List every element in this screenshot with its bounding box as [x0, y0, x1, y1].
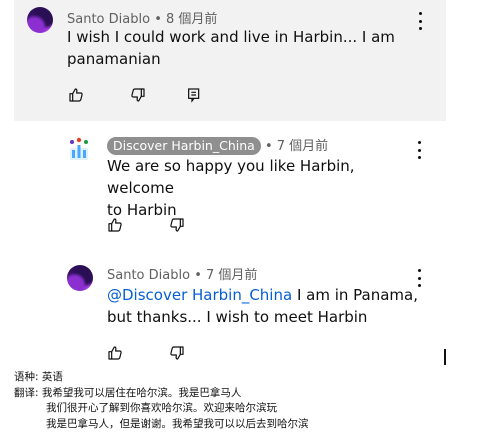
avatar[interactable] [66, 136, 92, 162]
translation-row: 我们很开心了解到你喜欢哈尔滨。欢迎来哈尔滨玩 [14, 401, 309, 417]
discover-logo-icon [70, 137, 88, 160]
thumbs-up-icon[interactable] [107, 217, 123, 233]
translation-row: 翻译: 我希望我可以居住在哈尔滨。我是巴拿马人 [14, 386, 309, 402]
avatar[interactable] [67, 265, 93, 291]
meta-separator: • [154, 12, 162, 27]
comment-meta: Santo Diablo • 7 個月前 [107, 264, 257, 283]
comment-reply: Discover Harbin_China • 7 個月前 We are so … [0, 121, 482, 251]
comment-meta: Santo Diablo • 8 個月前 [67, 8, 217, 27]
comment-meta: Discover Harbin_China • 7 個月前 [107, 135, 328, 155]
comment-text-span: I am in Panama, [292, 286, 418, 304]
comment-text-line: We are so happy you like Harbin, welcome [107, 157, 355, 197]
comment-text: I wish I could work and live in Harbin..… [67, 26, 427, 70]
thumbs-down-icon[interactable] [169, 345, 185, 361]
comment-text-line: but thanks... I wish to meet Harbin [107, 308, 368, 326]
translation-line: 我们很开心了解到你喜欢哈尔滨。欢迎来哈尔滨玩 [46, 402, 277, 414]
language-value: 英语 [41, 371, 63, 383]
thumbs-down-icon[interactable] [130, 87, 146, 103]
text-cursor [444, 349, 446, 365]
comment-reply: Santo Diablo • 7 個月前 @Discover Harbin_Ch… [0, 251, 482, 366]
comment-time[interactable]: 7 個月前 [277, 139, 328, 154]
comment-text-line: I wish I could work and live in Harbin..… [67, 28, 395, 46]
reply-icon[interactable] [186, 87, 202, 103]
comment-time[interactable]: 8 個月前 [166, 12, 217, 27]
translation-line: 我希望我可以居住在哈尔滨。我是巴拿马人 [41, 386, 242, 399]
comment-text: @Discover Harbin_China I am in Panama, b… [107, 284, 427, 328]
meta-separator: • [264, 139, 273, 154]
comment-text: We are so happy you like Harbin, welcome… [107, 155, 417, 221]
author-name[interactable]: Santo Diablo [67, 12, 150, 27]
comment-text-line: to Harbin [107, 201, 177, 219]
comment-text-line: @Discover Harbin_China I am in Panama, [107, 284, 427, 306]
author-name[interactable]: Santo Diablo [107, 268, 190, 283]
comment-time[interactable]: 7 個月前 [206, 268, 257, 283]
thumbs-down-icon[interactable] [169, 217, 185, 233]
thumbs-up-icon[interactable] [107, 345, 123, 361]
language-row: 语种: 英语 [14, 370, 309, 386]
avatar[interactable] [27, 7, 53, 33]
translation-notes: 语种: 英语 翻译: 我希望我可以居住在哈尔滨。我是巴拿马人 我们很开心了解到你… [14, 370, 309, 432]
more-vertical-icon[interactable] [415, 12, 425, 30]
comment-text-line: panamanian [67, 50, 161, 68]
language-label: 语种: [14, 371, 39, 383]
author-name[interactable]: Discover Harbin_China [107, 137, 261, 155]
translation-line: 我是巴拿马人，但是谢谢。我希望我可以以后去到哈尔滨 [46, 417, 309, 430]
more-vertical-icon[interactable] [414, 269, 424, 287]
comment-card: Santo Diablo • 8 個月前 I wish I could work… [14, 0, 446, 121]
mention-link[interactable]: @Discover Harbin_China [107, 286, 292, 304]
more-vertical-icon[interactable] [414, 141, 424, 159]
translation-row: 我是巴拿马人，但是谢谢。我希望我可以以后去到哈尔滨 [14, 417, 309, 433]
translate-label: 翻译: [14, 386, 39, 399]
meta-separator: • [194, 268, 202, 283]
thumbs-up-icon[interactable] [68, 87, 84, 103]
